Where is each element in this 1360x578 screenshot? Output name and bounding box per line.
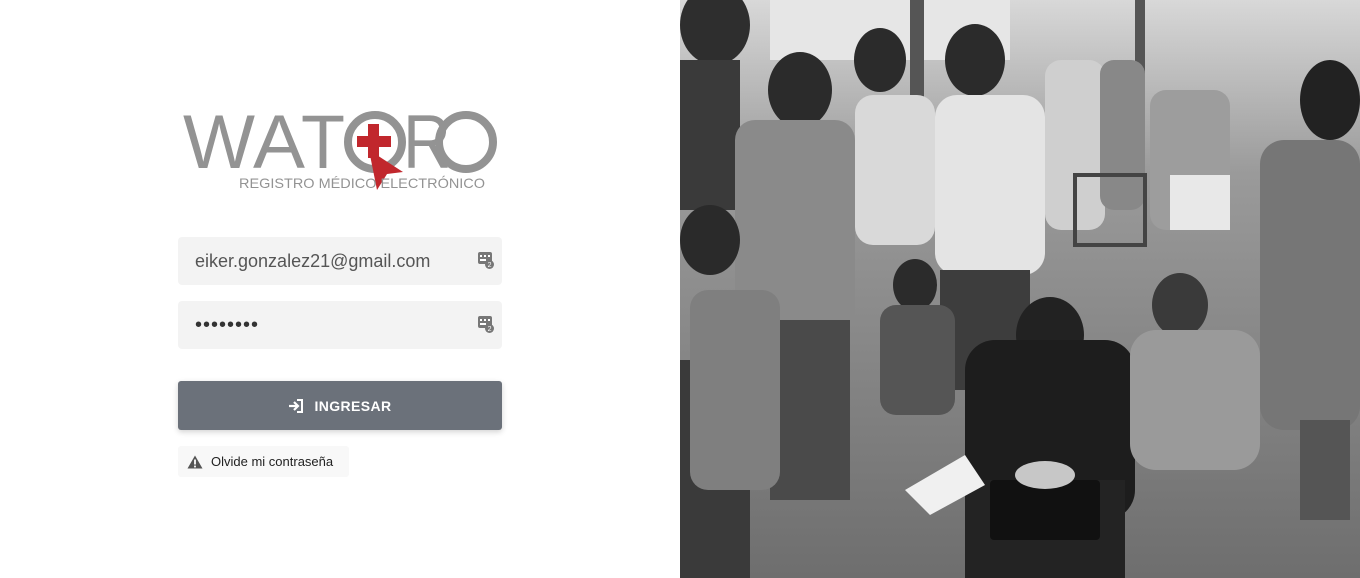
forgot-password-link[interactable]: Olvide mi contraseña	[178, 446, 349, 477]
password-field[interactable]: 2	[178, 301, 502, 349]
login-button[interactable]: INGRESAR	[178, 381, 502, 430]
password-input[interactable]	[195, 313, 465, 337]
svg-text:A: A	[253, 100, 305, 185]
keyboard-badge-icon[interactable]: 2	[478, 252, 494, 270]
warning-triangle-icon	[187, 455, 203, 468]
email-input[interactable]	[195, 250, 465, 272]
svg-text:2: 2	[488, 326, 492, 333]
svg-text:T: T	[301, 100, 345, 185]
login-panel: W A T R REGISTRO MÉDICO ELECTRÓNICO 2	[0, 0, 680, 578]
svg-text:R: R	[403, 100, 451, 185]
logo-tagline: REGISTRO MÉDICO ELECTRÓNICO	[239, 175, 485, 191]
keyboard-badge-icon[interactable]: 2	[478, 316, 494, 334]
login-button-label: INGRESAR	[314, 397, 392, 414]
svg-text:W: W	[183, 100, 255, 185]
email-field[interactable]: 2	[178, 237, 502, 285]
community-photo-image	[680, 0, 1360, 578]
hero-photo	[680, 0, 1360, 578]
svg-text:2: 2	[488, 262, 492, 269]
watoro-logo: W A T R REGISTRO MÉDICO ELECTRÓNICO	[183, 100, 497, 191]
forgot-password-label: Olvide mi contraseña	[211, 454, 334, 469]
sign-in-icon	[289, 398, 304, 413]
